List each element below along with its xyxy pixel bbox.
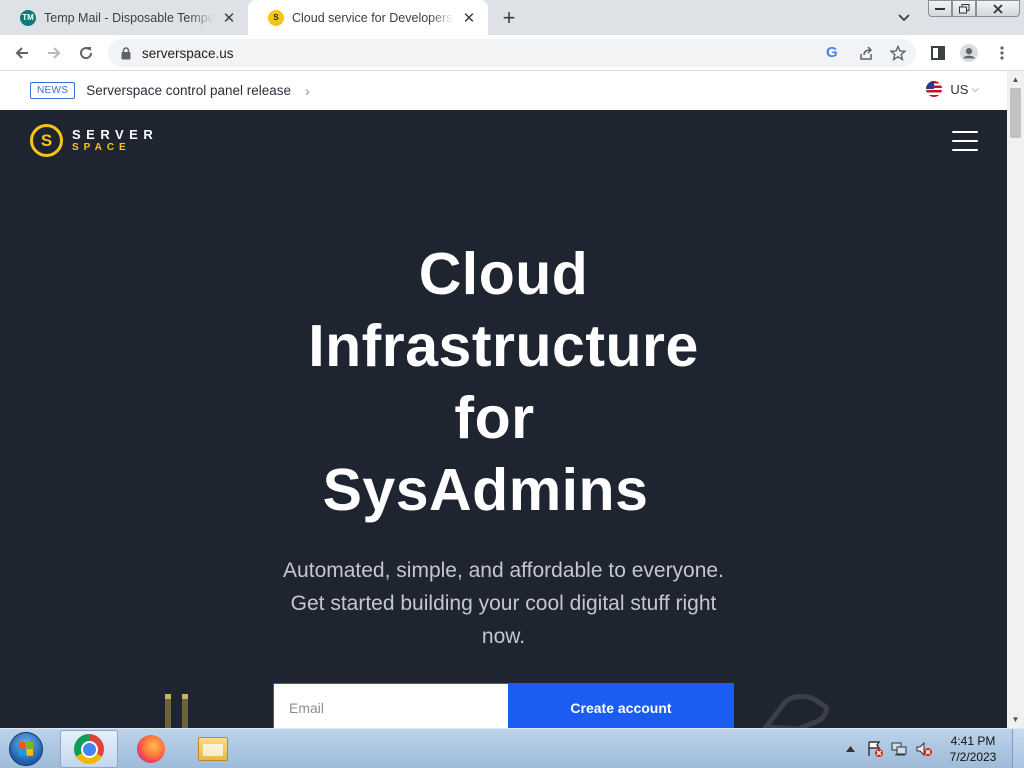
hero-section: S SERVER SPACE Cloud Infrastructure for …: [0, 110, 1007, 728]
forward-button[interactable]: [42, 41, 66, 65]
close-tab-icon[interactable]: ✕: [460, 9, 478, 27]
url-text: serverspace.us: [142, 45, 234, 61]
hamburger-menu-icon[interactable]: [952, 131, 978, 151]
hero-subtitle: Automated, simple, and affordable to eve…: [283, 559, 724, 648]
arrow-right-icon: [48, 47, 61, 59]
hero-headline: Cloud Infrastructure for SysAdmins: [0, 238, 1007, 526]
bookmark-star-icon[interactable]: [889, 44, 907, 62]
tab-strip: TM Temp Mail - Disposable Temporary Emai…: [0, 0, 1024, 35]
scroll-up-icon[interactable]: ▲: [1007, 71, 1024, 88]
close-tab-icon[interactable]: ✕: [220, 9, 238, 27]
news-link[interactable]: Serverspace control panel release: [86, 83, 291, 98]
locale-label: US: [950, 81, 969, 97]
show-desktop-button[interactable]: [1012, 729, 1024, 768]
side-panel-icon[interactable]: [929, 44, 947, 62]
start-button[interactable]: [4, 729, 48, 768]
network-icon[interactable]: [891, 729, 909, 768]
signup-form: Create account: [273, 683, 734, 728]
logo-line-1: SERVER: [72, 126, 159, 142]
new-tab-button[interactable]: +: [497, 5, 521, 30]
decorative-shape-image: [762, 693, 829, 728]
folder-icon: [198, 737, 228, 761]
system-clock[interactable]: 4:41 PM 7/2/2023: [940, 733, 1006, 765]
show-hidden-icons-icon[interactable]: [846, 729, 855, 768]
page-viewport: NEWS Serverspace control panel release ›…: [0, 71, 1007, 728]
arrow-left-icon: [15, 47, 28, 59]
browser-toolbar: serverspace.us G: [0, 35, 1024, 71]
kebab-menu-icon[interactable]: [993, 44, 1011, 62]
logo-mark-icon: S: [30, 124, 63, 157]
taskbar-file-explorer[interactable]: [184, 730, 242, 768]
restore-window-button[interactable]: [952, 0, 976, 17]
reload-button[interactable]: [74, 41, 98, 65]
volume-muted-icon[interactable]: [915, 729, 933, 768]
page-scrollbar[interactable]: ▲ ▼: [1007, 71, 1024, 728]
share-icon[interactable]: [857, 44, 875, 62]
close-window-button[interactable]: [976, 0, 1020, 17]
scroll-down-icon[interactable]: ▼: [1007, 711, 1024, 728]
create-account-button[interactable]: Create account: [508, 683, 734, 728]
news-badge: NEWS: [30, 82, 76, 99]
serverspace-icon: S: [268, 9, 284, 26]
chevron-down-icon: ⌵: [971, 83, 979, 95]
tab-title: Temp Mail - Disposable Temporary Email: [44, 10, 214, 25]
chrome-icon: [74, 734, 104, 764]
email-input[interactable]: [273, 683, 508, 728]
headline-line: Infrastructure: [308, 313, 699, 379]
minimize-window-button[interactable]: [928, 0, 952, 17]
tempmail-icon: TM: [20, 9, 36, 26]
google-lens-icon[interactable]: G: [826, 44, 838, 61]
scrollbar-thumb[interactable]: [1010, 88, 1021, 138]
serverspace-logo[interactable]: S SERVER SPACE: [30, 124, 158, 157]
headline-line: for: [454, 385, 535, 451]
clock-date: 7/2/2023: [949, 750, 997, 764]
clock-time: 4:41 PM: [950, 734, 996, 748]
us-flag-icon: [926, 81, 943, 97]
lock-icon: [120, 46, 132, 60]
firefox-icon: [137, 735, 165, 763]
decorative-pillars-image: [165, 694, 188, 728]
taskbar-chrome[interactable]: [60, 730, 118, 768]
headline-line: Cloud: [418, 241, 589, 307]
locale-selector[interactable]: US ⌵: [926, 81, 979, 97]
action-center-icon[interactable]: [866, 729, 884, 768]
address-bar[interactable]: serverspace.us: [108, 39, 916, 67]
back-button[interactable]: [10, 41, 34, 65]
news-bar: NEWS Serverspace control panel release ›…: [0, 71, 1007, 110]
tab-temp-mail[interactable]: TM Temp Mail - Disposable Temporary Emai…: [0, 0, 248, 35]
windows-taskbar: 4:41 PM 7/2/2023: [0, 728, 1024, 768]
reload-icon: [80, 47, 93, 60]
tab-title: Cloud service for Developers in the US: [292, 10, 454, 25]
windows-logo-icon: [9, 732, 43, 766]
tab-serverspace[interactable]: S Cloud service for Developers in the US…: [248, 0, 488, 35]
taskbar-firefox[interactable]: [122, 730, 180, 768]
logo-line-2: SPACE: [72, 141, 131, 153]
chevron-right-icon[interactable]: ›: [305, 83, 310, 99]
logo-wordmark: SERVER SPACE: [72, 128, 158, 154]
tab-search-chevron-icon[interactable]: [894, 8, 914, 28]
headline-line: SysAdmins: [322, 457, 649, 523]
profile-avatar-icon[interactable]: [960, 44, 978, 62]
